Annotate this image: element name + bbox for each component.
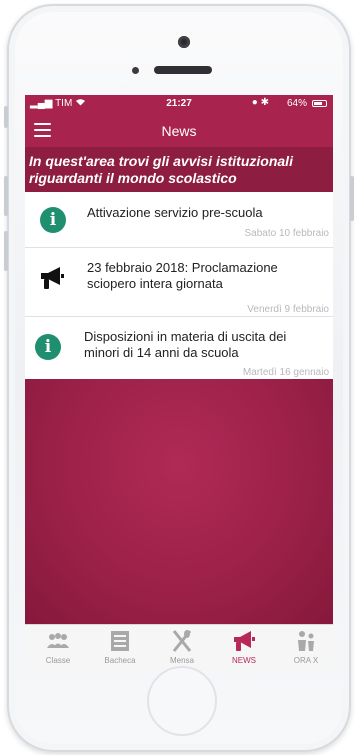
volume-up-button <box>4 176 8 216</box>
tab-classe[interactable]: Classe <box>27 625 89 668</box>
tab-ora-x[interactable]: ORA X <box>275 625 333 668</box>
tab-label: Bacheca <box>104 656 136 665</box>
megaphone-icon <box>234 631 255 651</box>
news-date: Venerdì 9 febbraio <box>247 304 329 315</box>
empty-content-area <box>25 379 333 624</box>
status-bar: ▂▄▆ TIM 21:27 ● ✱ 64% <box>25 95 333 113</box>
news-date: Sabato 10 febbraio <box>244 228 329 239</box>
volume-down-button <box>4 231 8 271</box>
info-icon: i <box>40 207 66 233</box>
news-title: Attivazione servizio pre-scuola <box>87 205 263 220</box>
app-screen: ▂▄▆ TIM 21:27 ● ✱ 64% News In quest'area… <box>25 95 333 668</box>
news-title: 23 febbraio 2018: Proclamazione sciopero… <box>87 260 278 292</box>
news-title: Disposizioni in materia di uscita dei mi… <box>84 329 286 361</box>
tab-bar: Classe Bacheca Mensa NEWS ORA X <box>25 624 333 668</box>
megaphone-icon <box>41 267 64 289</box>
proximity-sensor <box>132 67 139 74</box>
mute-switch <box>4 106 8 128</box>
info-banner: In quest'area trovi gli avvisi istituzio… <box>25 147 333 192</box>
tab-bacheca[interactable]: Bacheca <box>89 625 151 668</box>
nav-bar: News <box>25 113 333 147</box>
children-icon <box>298 631 314 651</box>
front-camera <box>178 36 190 48</box>
tab-mensa[interactable]: Mensa <box>151 625 213 668</box>
battery-percent: 64% <box>286 98 307 109</box>
lock-bluetooth-icons: ● ✱ <box>251 97 269 108</box>
tab-label: NEWS <box>232 656 256 665</box>
banner-line-1: In quest'area trovi gli avvisi istituzio… <box>29 153 293 169</box>
news-item[interactable]: 23 febbraio 2018: Proclamazione sciopero… <box>25 248 333 317</box>
news-item[interactable]: i Disposizioni in materia di uscita dei … <box>25 317 333 380</box>
news-item[interactable]: i Attivazione servizio pre-scuola Sabato… <box>25 192 333 248</box>
news-title-line-1: 23 febbraio 2018: Proclamazione <box>87 260 278 275</box>
battery-icon <box>312 100 327 107</box>
tab-news[interactable]: NEWS <box>213 625 275 668</box>
page-title: News <box>161 123 197 139</box>
tab-label: Mensa <box>169 656 194 665</box>
power-button <box>350 176 354 221</box>
news-date: Martedì 16 gennaio <box>242 367 329 378</box>
people-icon <box>47 633 69 648</box>
news-title-line-1: Disposizioni in materia di uscita dei <box>84 329 287 344</box>
banner-line-2: riguardanti il mondo scolastico <box>29 170 237 186</box>
news-title-line-2: minori di 14 anni da scuola <box>84 345 239 360</box>
home-button[interactable] <box>147 666 217 736</box>
info-icon: i <box>35 334 61 360</box>
tab-label: ORA X <box>293 656 319 665</box>
earpiece-speaker <box>154 66 212 74</box>
cutlery-icon <box>172 630 192 652</box>
tab-label: Classe <box>45 656 71 665</box>
news-list: i Attivazione servizio pre-scuola Sabato… <box>25 192 333 380</box>
board-icon <box>111 631 129 651</box>
news-title-line-2: sciopero intera giornata <box>87 276 223 291</box>
